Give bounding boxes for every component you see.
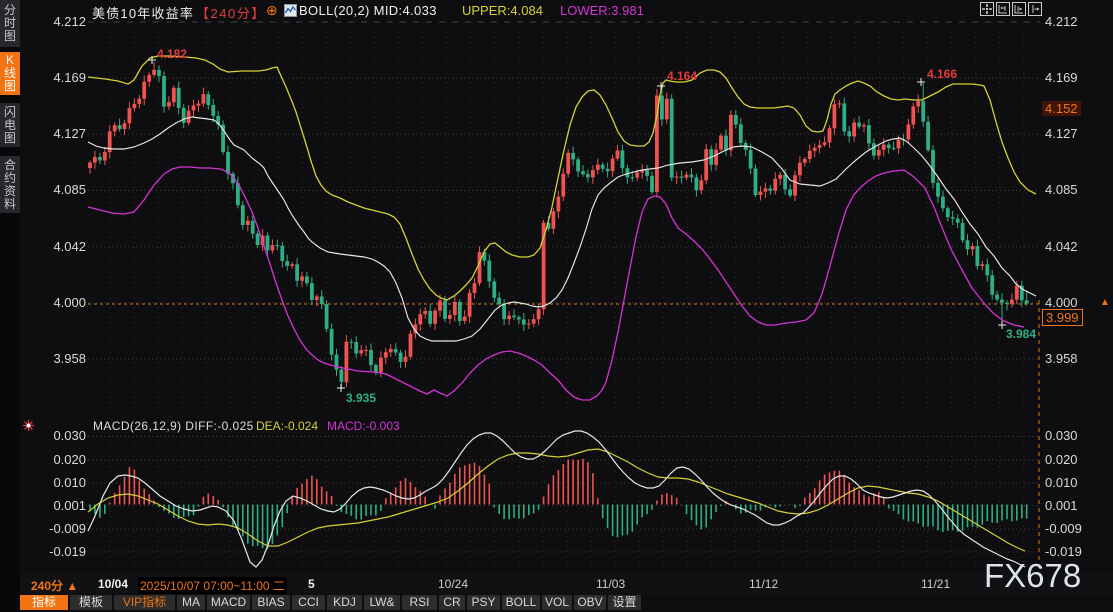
svg-text:3.935: 3.935 <box>346 391 376 405</box>
svg-text:4.164: 4.164 <box>667 69 697 83</box>
svg-text:3.984: 3.984 <box>1006 327 1036 341</box>
svg-text:4.182: 4.182 <box>157 47 187 61</box>
svg-text:4.166: 4.166 <box>927 67 957 81</box>
